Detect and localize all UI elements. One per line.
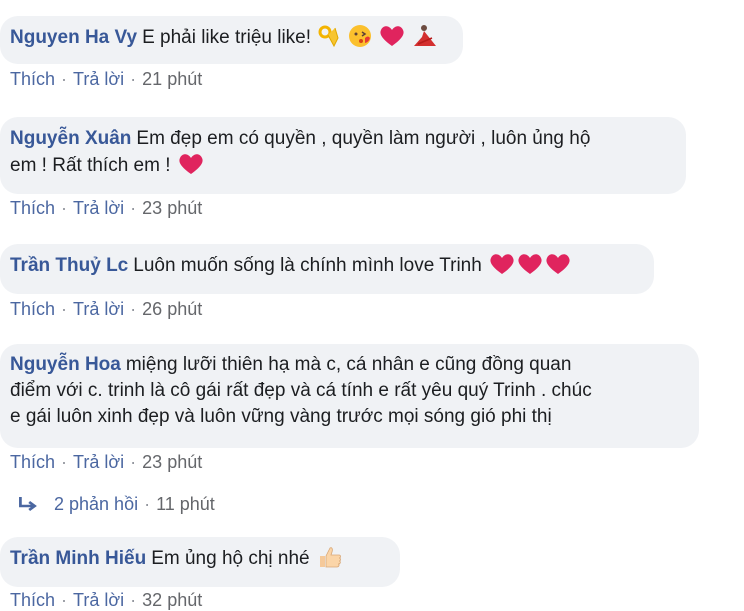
reply-button[interactable]: Trả lời (73, 69, 124, 89)
red-heart-icon (545, 252, 571, 284)
comment-bubble: Trần Minh Hiếu Em ủng hộ chị nhé (0, 537, 400, 587)
like-button[interactable]: Thích (10, 590, 55, 610)
red-heart-icon (178, 152, 204, 184)
comment-text: điểm với c. trinh là cô gái rất đẹp và c… (10, 380, 592, 401)
comment-text: E phải like triệu like! (142, 27, 312, 48)
comment-actions: Thích · Trả lời · 21 phút (10, 69, 203, 89)
comment-time[interactable]: 23 phút (142, 198, 202, 218)
comment-actions: Thích · Trả lời · 26 phút (10, 299, 203, 319)
comment-bubble: Nguyễn Hoa miệng lưỡi thiên hạ mà c, cá n… (0, 344, 699, 448)
comment-author[interactable]: Nguyễn Xuân (10, 128, 131, 149)
reply-button[interactable]: Trả lời (73, 452, 124, 472)
thumbs-up-icon (317, 545, 343, 577)
comment-text: em ! Rất thích em ! (10, 155, 171, 176)
comment-bubble: Nguyễn Xuân Em đẹp em có quyền , quyền là… (0, 117, 686, 194)
reply-button[interactable]: Trả lời (73, 198, 124, 218)
comment-text: Luôn muốn sống là chính mình love Trinh (133, 255, 482, 276)
comment-bubble: Trần Thuỷ Lc Luôn muốn sống là chính mình… (0, 244, 654, 294)
like-button[interactable]: Thích (10, 69, 55, 89)
reply-button[interactable]: Trả lời (73, 590, 124, 610)
like-button[interactable]: Thích (10, 452, 55, 472)
ok-hand-icon (318, 24, 340, 56)
comment-time[interactable]: 21 phút (142, 69, 202, 89)
view-replies[interactable]: 2 phản hồi · 11 phút (18, 494, 215, 515)
comment-time[interactable]: 32 phút (142, 590, 202, 610)
red-heart-icon (517, 252, 543, 284)
comment-actions: Thích · Trả lời · 32 phút (10, 590, 203, 610)
comment-author[interactable]: Nguyen Ha Vy (10, 27, 137, 48)
comment-text: miệng lưỡi thiên hạ mà c, cá nhân e cũng… (125, 354, 572, 375)
like-button[interactable]: Thích (10, 198, 55, 218)
comment-author[interactable]: Nguyễn Hoa (10, 354, 121, 375)
comment-text: e gái luôn xinh đẹp và luôn vững vàng tr… (10, 406, 552, 427)
comment-author[interactable]: Trần Thuỷ Lc (10, 255, 128, 276)
comment-time[interactable]: 23 phút (142, 452, 202, 472)
comment-text: Em đẹp em có quyền , quyền làm người , l… (136, 128, 591, 149)
comment-actions: Thích · Trả lời · 23 phút (10, 198, 203, 218)
dancer-icon (412, 24, 438, 56)
comment-time[interactable]: 26 phút (142, 299, 202, 319)
comment-text: Em ủng hộ chị nhé (151, 548, 310, 569)
reply-button[interactable]: Trả lời (73, 299, 124, 319)
red-heart-icon (489, 252, 515, 284)
kiss-face-icon (348, 24, 372, 56)
red-heart-icon (379, 24, 405, 56)
reply-count[interactable]: 2 phản hồi (54, 494, 138, 514)
reply-arrow-icon (17, 494, 37, 515)
comment-bubble: Nguyen Ha Vy E phải like triệu like! (0, 16, 463, 64)
comment-author[interactable]: Trần Minh Hiếu (10, 548, 146, 569)
reply-time: 11 phút (156, 494, 215, 514)
comment-actions: Thích · Trả lời · 23 phút (10, 452, 203, 472)
like-button[interactable]: Thích (10, 299, 55, 319)
